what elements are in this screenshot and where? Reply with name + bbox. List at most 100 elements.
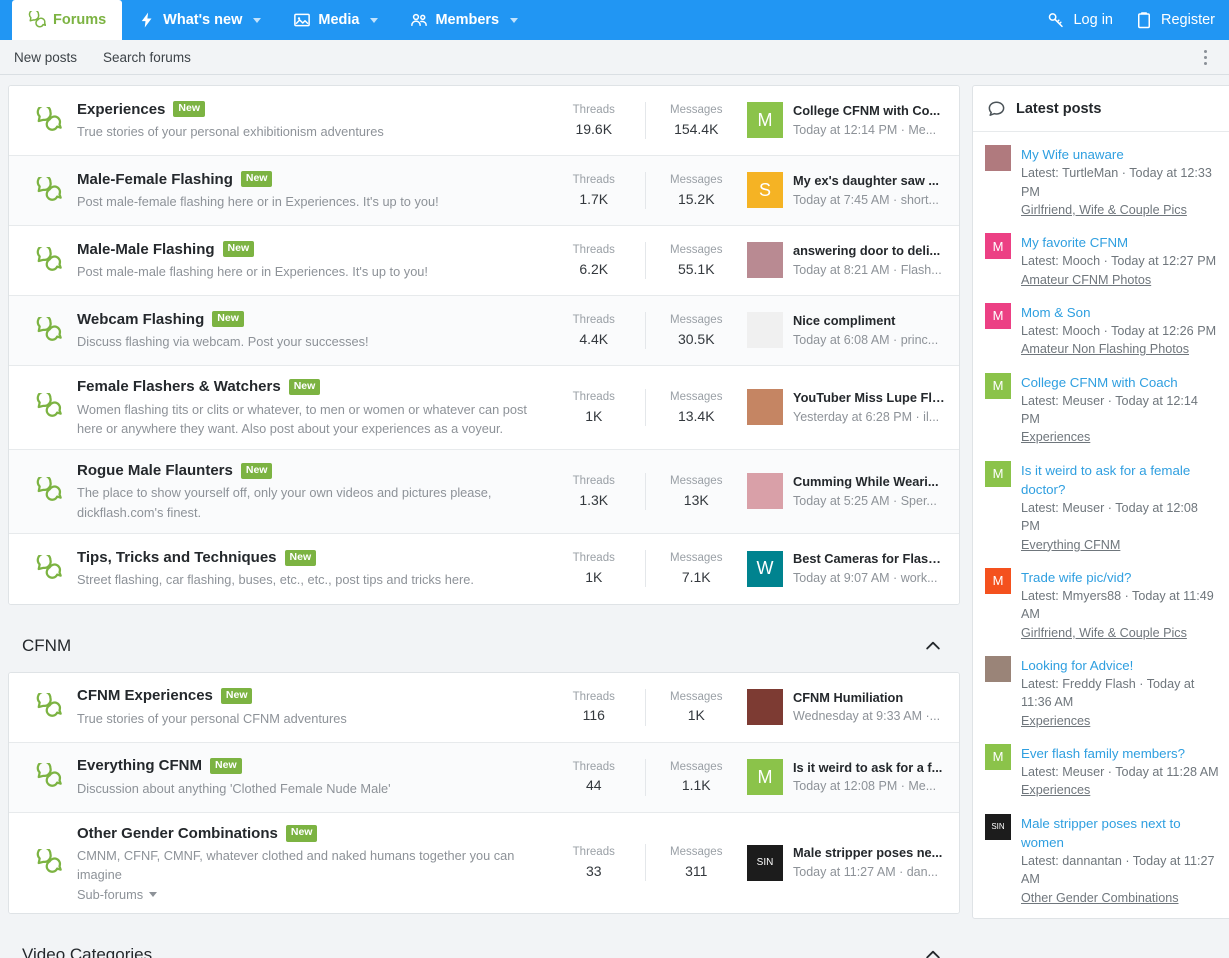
threads-count: 1.7K: [543, 189, 645, 209]
latest-post-title[interactable]: Mom & Son: [1021, 303, 1220, 322]
latest-post-item[interactable]: My Wife unawareLatest: TurtleMan · Today…: [973, 138, 1229, 226]
avatar[interactable]: SIN: [985, 814, 1011, 840]
avatar[interactable]: [985, 145, 1011, 171]
avatar[interactable]: M: [747, 759, 783, 795]
latest-post-forum-link[interactable]: Amateur Non Flashing Photos: [1021, 340, 1220, 358]
latest-post-forum-link[interactable]: Girlfriend, Wife & Couple Pics: [1021, 201, 1220, 219]
last-post-title[interactable]: YouTuber Miss Lupe Fla...: [793, 389, 947, 408]
latest-post-item[interactable]: SINMale stripper poses next to womenLate…: [973, 807, 1229, 914]
threads-label: Threads: [543, 689, 645, 706]
last-post-title[interactable]: Male stripper poses ne...: [793, 844, 942, 863]
last-post-meta: Today at 12:08 PM · Me...: [793, 777, 942, 795]
last-post-meta: Today at 9:07 AM · work...: [793, 569, 947, 587]
latest-post-item[interactable]: M Is it weird to ask for a female doctor?…: [973, 454, 1229, 561]
sub-forums-label: Sub-forums: [77, 887, 143, 902]
latest-post-title[interactable]: Is it weird to ask for a female doctor?: [1021, 461, 1220, 500]
avatar[interactable]: [747, 389, 783, 425]
forum-row[interactable]: Tips, Tricks and TechniquesNewStreet fla…: [9, 534, 959, 604]
avatar[interactable]: SIN: [747, 845, 783, 881]
nav-tab-forums[interactable]: Forums: [12, 0, 122, 40]
forum-row[interactable]: Everything CFNMNewDiscussion about anyth…: [9, 743, 959, 813]
avatar[interactable]: W: [747, 551, 783, 587]
latest-post-meta: Latest: Meuser · Today at 12:08 PM: [1021, 499, 1220, 536]
last-post-title[interactable]: Cumming While Weari...: [793, 473, 939, 492]
avatar[interactable]: M: [985, 373, 1011, 399]
latest-post-item[interactable]: MTrade wife pic/vid?Latest: Mmyers88 · T…: [973, 561, 1229, 649]
forum-title-link[interactable]: Everything CFNM: [77, 756, 202, 776]
forum-title-link[interactable]: Female Flashers & Watchers: [77, 377, 281, 397]
last-post-meta: Today at 11:27 AM · dan...: [793, 863, 942, 881]
last-post-title[interactable]: College CFNM with Co...: [793, 102, 940, 121]
log-in-button[interactable]: Log in: [1047, 11, 1113, 29]
avatar[interactable]: [747, 473, 783, 509]
kebab-menu-icon[interactable]: [1195, 45, 1215, 69]
collapse-toggle-video-categories[interactable]: [920, 942, 946, 958]
latest-post-forum-link[interactable]: Experiences: [1021, 428, 1220, 446]
avatar[interactable]: M: [985, 461, 1011, 487]
forum-title-link[interactable]: Webcam Flashing: [77, 310, 204, 330]
avatar[interactable]: M: [985, 233, 1011, 259]
latest-post-forum-link[interactable]: Experiences: [1021, 712, 1220, 730]
avatar[interactable]: M: [985, 303, 1011, 329]
avatar[interactable]: [747, 242, 783, 278]
latest-post-forum-link[interactable]: Everything CFNM: [1021, 536, 1220, 554]
forum-title-link[interactable]: Male-Male Flashing: [77, 240, 215, 260]
subnav-link-search-forums[interactable]: Search forums: [103, 50, 191, 65]
latest-post-title[interactable]: My favorite CFNM: [1021, 233, 1220, 252]
avatar[interactable]: S: [747, 172, 783, 208]
last-post-title[interactable]: Best Cameras for Flashi...: [793, 550, 947, 569]
latest-post-item[interactable]: MMy favorite CFNMLatest: Mooch · Today a…: [973, 226, 1229, 296]
latest-post-title[interactable]: My Wife unaware: [1021, 145, 1220, 164]
forum-title-link[interactable]: Male-Female Flashing: [77, 170, 233, 190]
nav-tab-members[interactable]: Members: [394, 0, 534, 40]
avatar[interactable]: [747, 689, 783, 725]
avatar[interactable]: M: [985, 568, 1011, 594]
forum-row[interactable]: Rogue Male FlauntersNewThe place to show…: [9, 450, 959, 534]
avatar[interactable]: M: [747, 102, 783, 138]
latest-post-title[interactable]: Trade wife pic/vid?: [1021, 568, 1220, 587]
forum-row[interactable]: Other Gender CombinationsNewCMNM, CFNF, …: [9, 813, 959, 913]
last-post-title[interactable]: CFNM Humiliation: [793, 689, 940, 708]
latest-post-item[interactable]: MMom & SonLatest: Mooch · Today at 12:26…: [973, 296, 1229, 366]
latest-post-forum-link[interactable]: Other Gender Combinations: [1021, 889, 1220, 907]
forum-title-link[interactable]: Tips, Tricks and Techniques: [77, 548, 277, 568]
avatar[interactable]: M: [985, 744, 1011, 770]
last-post-title[interactable]: My ex's daughter saw ...: [793, 172, 939, 191]
forum-row[interactable]: CFNM ExperiencesNewTrue stories of your …: [9, 673, 959, 743]
forum-title-link[interactable]: Experiences: [77, 100, 165, 120]
forum-row[interactable]: Webcam FlashingNewDiscuss flashing via w…: [9, 296, 959, 366]
nav-tab-whats-new[interactable]: What's new: [122, 0, 277, 40]
latest-post-title[interactable]: College CFNM with Coach: [1021, 373, 1220, 392]
subnav-link-new-posts[interactable]: New posts: [14, 50, 77, 65]
last-post-title[interactable]: answering door to deli...: [793, 242, 942, 261]
forum-row[interactable]: Male-Male FlashingNewPost male-male flas…: [9, 226, 959, 296]
nav-tab-media[interactable]: Media: [277, 0, 394, 40]
sub-forums-toggle[interactable]: Sub-forums: [77, 887, 157, 902]
latest-post-forum-link[interactable]: Amateur CFNM Photos: [1021, 271, 1220, 289]
forum-row[interactable]: Male-Female FlashingNewPost male-female …: [9, 156, 959, 226]
avatar[interactable]: [747, 312, 783, 348]
last-post-text: My ex's daughter saw ...Today at 7:45 AM…: [793, 172, 939, 209]
forum-row[interactable]: Female Flashers & WatchersNewWomen flash…: [9, 366, 959, 450]
latest-post-title[interactable]: Ever flash family members?: [1021, 744, 1220, 763]
last-post-title[interactable]: Nice compliment: [793, 312, 938, 331]
latest-post-forum-link[interactable]: Girlfriend, Wife & Couple Pics: [1021, 624, 1220, 642]
last-post-text: answering door to deli...Today at 8:21 A…: [793, 242, 942, 279]
forum-title-link[interactable]: CFNM Experiences: [77, 686, 213, 706]
last-post-title[interactable]: Is it weird to ask for a f...: [793, 759, 942, 778]
latest-post-item[interactable]: MEver flash family members?Latest: Meuse…: [973, 737, 1229, 807]
latest-post-title[interactable]: Looking for Advice!: [1021, 656, 1220, 675]
forum-title-link[interactable]: Other Gender Combinations: [77, 824, 278, 844]
latest-post-forum-link[interactable]: Experiences: [1021, 781, 1220, 799]
latest-post-title[interactable]: Male stripper poses next to women: [1021, 814, 1220, 853]
collapse-toggle-cfnm[interactable]: [920, 633, 946, 659]
latest-post-item[interactable]: MCollege CFNM with CoachLatest: Meuser ·…: [973, 366, 1229, 454]
forum-title-link[interactable]: Rogue Male Flaunters: [77, 461, 233, 481]
latest-post-item[interactable]: Looking for Advice!Latest: Freddy Flash …: [973, 649, 1229, 737]
forum-row[interactable]: ExperiencesNewTrue stories of your perso…: [9, 86, 959, 156]
forum-speech-bubble-icon: [21, 247, 77, 275]
register-button[interactable]: Register: [1135, 11, 1215, 29]
sidebar-column: Latest posts My Wife unawareLatest: Turt…: [972, 85, 1229, 957]
last-post-text: Male stripper poses ne...Today at 11:27 …: [793, 844, 942, 881]
avatar[interactable]: [985, 656, 1011, 682]
